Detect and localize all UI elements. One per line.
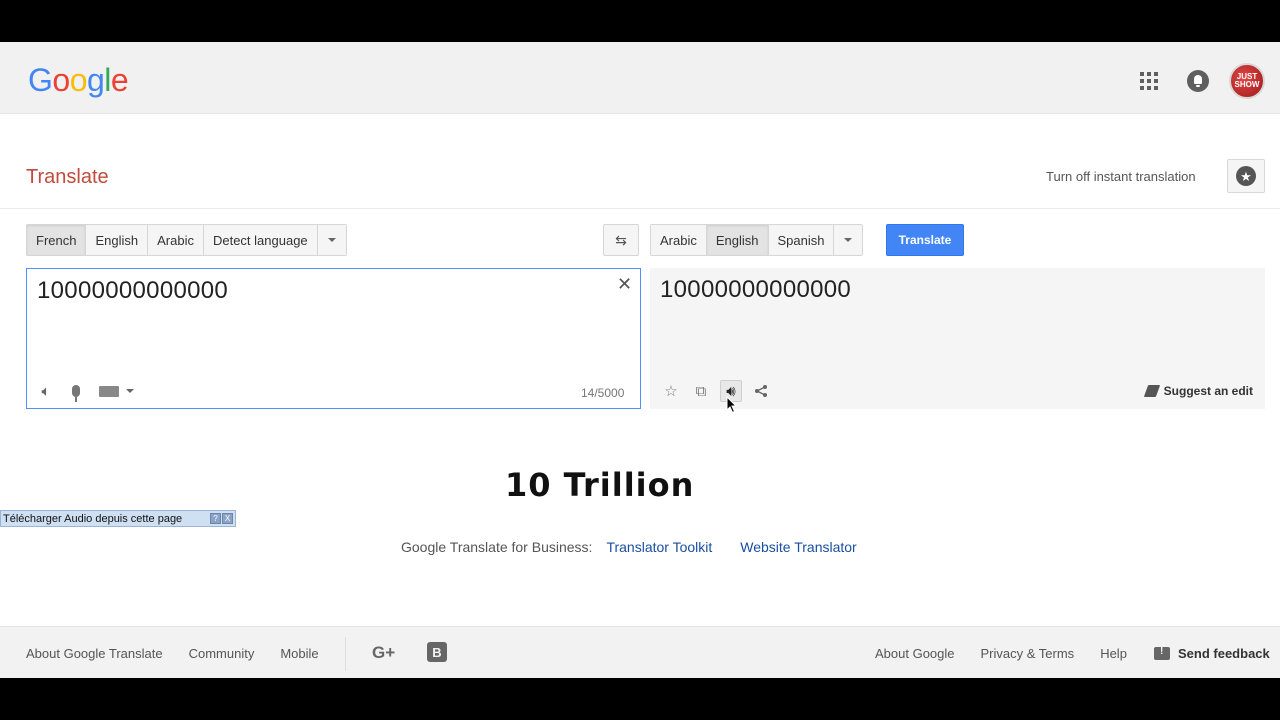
footer-right-links: About Google Privacy & Terms Help [875,646,1127,661]
translation-result: 10000000000000 ☆ ⧉ 🔊︎ Suggest an edit [650,268,1265,409]
suggest-edit-button[interactable]: Suggest an edit [1143,384,1253,398]
download-help-button[interactable]: ? [210,513,221,524]
target-language-bar: Arabic English Spanish [650,224,864,256]
logo-letter-e: e [110,62,129,98]
download-audio-label[interactable]: Télécharger Audio depuis cette page [3,513,182,525]
copy-icon[interactable]: ⧉ [690,380,712,402]
google-logo[interactable]: Google [28,62,129,99]
source-language-bar: French English Arabic Detect language [26,224,347,256]
chevron-down-icon [844,238,853,242]
website-translator-link[interactable]: Website Translator [740,539,856,555]
swap-languages-button[interactable]: ⇆ [603,224,639,256]
source-lang-dropdown[interactable] [317,225,346,255]
target-lang-english[interactable]: English [706,225,769,255]
logo-letter-o2: o [69,62,88,98]
keyboard-icon[interactable] [97,382,121,400]
send-feedback-label: Send feedback [1178,646,1270,661]
footer-left-links: About Google Translate Community Mobile [26,646,319,661]
apps-grid-icon[interactable] [1140,72,1158,90]
logo-letter-g2: g [86,62,105,98]
source-lang-detect[interactable]: Detect language [203,225,318,255]
translate-button[interactable]: Translate [886,224,964,256]
pencil-icon [1143,385,1160,397]
about-google-link[interactable]: About Google [875,646,955,661]
speaker-icon[interactable]: 🔈︎ [37,382,55,400]
mouse-cursor-icon [726,396,738,414]
translator-toolkit-link[interactable]: Translator Toolkit [606,539,712,555]
source-textarea[interactable]: 10000000000000 ✕ 🔈︎ 14/5000 [26,268,641,409]
share-icon[interactable] [750,380,772,402]
logo-letter-l: l [104,62,111,98]
suggest-edit-label: Suggest an edit [1163,384,1253,398]
microphone-icon[interactable] [67,382,85,402]
clear-source-button[interactable]: ✕ [617,275,632,293]
logo-letter-o1: o [52,62,70,98]
target-lang-arabic[interactable]: Arabic [651,225,707,255]
community-link[interactable]: Community [189,646,255,661]
privacy-terms-link[interactable]: Privacy & Terms [981,646,1075,661]
account-avatar[interactable]: JUST SHOW [1229,63,1265,99]
blogger-icon[interactable]: B [427,642,447,662]
google-plus-icon[interactable]: G+ [372,643,395,663]
source-lang-english[interactable]: English [86,225,149,255]
logo-letter-g: G [28,62,53,98]
business-label: Google Translate for Business: [401,539,593,555]
target-lang-spanish[interactable]: Spanish [768,225,835,255]
video-caption: 10 Trillion [505,466,695,504]
source-lang-arabic[interactable]: Arabic [148,225,204,255]
download-close-button[interactable]: X [222,513,233,524]
translated-text[interactable]: 10000000000000 [660,276,851,304]
footer-divider [345,637,346,671]
about-google-translate-link[interactable]: About Google Translate [26,646,163,661]
phrasebook-button[interactable]: ★ [1227,159,1265,193]
character-count: 14/5000 [581,386,625,400]
send-feedback-button[interactable]: Send feedback [1154,646,1270,661]
target-lang-dropdown[interactable] [834,225,863,255]
footer: About Google Translate Community Mobile … [0,626,1280,678]
source-text[interactable]: 10000000000000 [37,277,228,305]
translate-page: Google JUST SHOW Translate Turn off inst… [0,42,1280,678]
business-links: Google Translate for Business: Translato… [401,539,857,555]
swap-arrows-icon: ⇆ [615,231,627,248]
feedback-icon [1154,646,1170,660]
notifications-bell-icon[interactable] [1187,70,1209,92]
star-icon: ★ [1236,166,1256,186]
divider [0,208,1280,209]
source-lang-french[interactable]: French [27,225,87,255]
top-bar: Google JUST SHOW [0,42,1280,114]
help-link[interactable]: Help [1100,646,1127,661]
source-tools: 🔈︎ [37,381,135,402]
input-tools-dropdown[interactable] [125,382,135,400]
mobile-link[interactable]: Mobile [280,646,318,661]
chevron-down-icon [327,238,336,242]
result-tools: ☆ ⧉ 🔊︎ [660,380,772,402]
star-outline-icon[interactable]: ☆ [660,380,682,402]
page-title: Translate [26,166,109,188]
instant-translation-toggle[interactable]: Turn off instant translation [1046,169,1196,184]
audio-download-bar[interactable]: Télécharger Audio depuis cette page ? X [0,510,236,527]
